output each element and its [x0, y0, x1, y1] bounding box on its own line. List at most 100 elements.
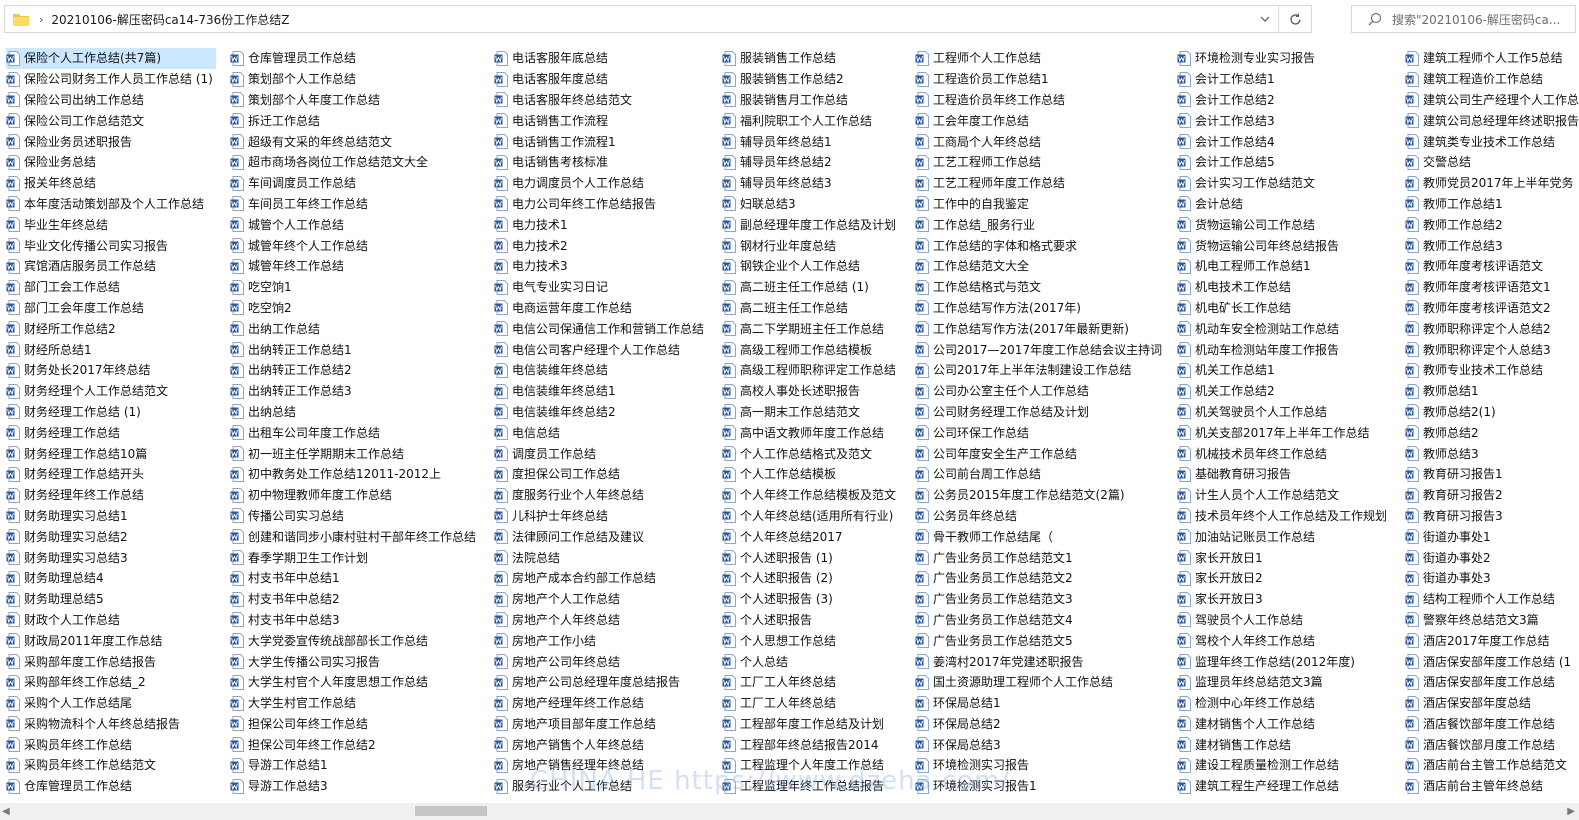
- file-item[interactable]: 酒店2017年度工作总结: [1405, 630, 1579, 651]
- file-name[interactable]: 酒店保安部年度工作总结 (1: [1423, 655, 1571, 669]
- file-item[interactable]: 街道办事处1: [1405, 526, 1579, 547]
- file-name[interactable]: 广告业务员工作总结范文1: [933, 551, 1073, 565]
- horizontal-scrollbar[interactable]: ◀ ▶: [0, 803, 1579, 820]
- file-name[interactable]: 采购个人工作总结尾: [24, 696, 132, 710]
- file-name[interactable]: 财务处长2017年终总结: [24, 363, 151, 377]
- file-item[interactable]: 电气专业实习日记: [494, 277, 718, 298]
- file-name[interactable]: 出租车公司年度工作总结: [248, 426, 380, 440]
- file-name[interactable]: 财务助理实习总结1: [24, 509, 128, 523]
- file-name[interactable]: 会计工作总结1: [1195, 72, 1275, 86]
- file-name[interactable]: 骨干教师工作总结尾（: [933, 530, 1053, 544]
- scroll-right-icon[interactable]: ▶: [1567, 806, 1575, 817]
- file-name[interactable]: 会计工作总结5: [1195, 155, 1275, 169]
- file-item[interactable]: 出租车公司年度工作总结: [230, 422, 490, 443]
- file-name[interactable]: 监理员年终总结范文3篇: [1195, 675, 1323, 689]
- search-box[interactable]: 搜索"20210106-解压密码ca...: [1351, 5, 1576, 33]
- file-name[interactable]: 教师年度考核评语范文1: [1423, 280, 1551, 294]
- file-name[interactable]: 服装销售工作总结: [740, 51, 836, 65]
- file-name[interactable]: 工作总结范文大全: [933, 259, 1029, 273]
- file-name[interactable]: 机械技术员年终工作总结: [1195, 447, 1327, 461]
- file-item[interactable]: 传播公司实习总结: [230, 506, 490, 527]
- file-item[interactable]: 建筑工程生产经理工作总结: [1177, 776, 1402, 797]
- file-item[interactable]: 村支书年中总结2: [230, 589, 490, 610]
- file-name[interactable]: 工厂工人年终总结: [740, 696, 836, 710]
- file-name[interactable]: 公司前台周工作总结: [933, 467, 1041, 481]
- file-name[interactable]: 出纳转正工作总结1: [248, 343, 352, 357]
- file-name[interactable]: 公司办公室主任个人工作总结: [933, 384, 1089, 398]
- file-item[interactable]: 报关年终总结: [6, 173, 216, 194]
- file-item[interactable]: 机关工作总结2: [1177, 381, 1402, 402]
- file-name[interactable]: 财务经理工作总结 (1): [24, 405, 141, 419]
- file-name[interactable]: 教师总结3: [1423, 447, 1479, 461]
- file-name[interactable]: 会计实习工作总结范文: [1195, 176, 1315, 190]
- file-name[interactable]: 村支书年中总结1: [248, 571, 340, 585]
- file-name[interactable]: 保险业务总结: [24, 155, 96, 169]
- file-name[interactable]: 酒店保安部年度工作总结: [1423, 675, 1555, 689]
- file-name[interactable]: 财务助理总结4: [24, 571, 104, 585]
- file-name[interactable]: 采购部年度工作总结报告: [24, 655, 156, 669]
- file-item[interactable]: 财政个人工作总结: [6, 610, 216, 631]
- file-item[interactable]: 酒店保安部年度总结: [1405, 693, 1579, 714]
- file-item[interactable]: 工程监理年终工作总结报告: [722, 776, 912, 797]
- file-name[interactable]: 环境检测实习报告1: [933, 779, 1037, 793]
- file-name[interactable]: 交警总结: [1423, 155, 1471, 169]
- file-name[interactable]: 个人述职报告 (1): [740, 551, 833, 565]
- file-item[interactable]: 会计工作总结5: [1177, 152, 1402, 173]
- file-name[interactable]: 房地产销售个人年终总结: [512, 738, 644, 752]
- file-item[interactable]: 教师党员2017年上半年党务: [1405, 173, 1579, 194]
- file-name[interactable]: 房地产经理年终工作总结: [512, 696, 644, 710]
- file-item[interactable]: 辅导员年终总结2: [722, 152, 912, 173]
- file-item[interactable]: 拆迁工作总结: [230, 110, 490, 131]
- file-item[interactable]: 货物运输公司工作总结: [1177, 214, 1402, 235]
- file-item[interactable]: 环保局总结1: [915, 693, 1173, 714]
- file-item[interactable]: 酒店餐饮部月度工作总结: [1405, 734, 1579, 755]
- file-item[interactable]: 财务经理年终工作总结: [6, 485, 216, 506]
- file-name[interactable]: 高校人事处长述职报告: [740, 384, 860, 398]
- file-item[interactable]: 工作总结写作方法(2017年): [915, 298, 1173, 319]
- file-item[interactable]: 教师总结3: [1405, 443, 1579, 464]
- file-item[interactable]: 车间员工年终工作总结: [230, 194, 490, 215]
- file-item[interactable]: 电信公司保通信工作和营销工作总结: [494, 318, 718, 339]
- file-item[interactable]: 房地产公司总经理年度总结报告: [494, 672, 718, 693]
- file-name[interactable]: 拆迁工作总结: [248, 114, 320, 128]
- file-name[interactable]: 建材销售个人工作总结: [1195, 717, 1315, 731]
- file-name[interactable]: 部门工会年度工作总结: [24, 301, 144, 315]
- file-item[interactable]: 检测中心年终工作总结: [1177, 693, 1402, 714]
- file-item[interactable]: 货物运输公司年终总结报告: [1177, 235, 1402, 256]
- file-name[interactable]: 辅导员年终总结2: [740, 155, 832, 169]
- file-item[interactable]: 个人述职报告 (2): [722, 568, 912, 589]
- file-name[interactable]: 创建和谐同步小康村驻村干部年终工作总结: [248, 530, 476, 544]
- file-name[interactable]: 工作总结的字体和格式要求: [933, 239, 1077, 253]
- file-name[interactable]: 建材销售工作总结: [1195, 738, 1291, 752]
- file-item[interactable]: 个人述职报告 (1): [722, 547, 912, 568]
- file-name[interactable]: 公司2017—2017年度工作总结会议主持词: [933, 343, 1162, 357]
- scroll-left-icon[interactable]: ◀: [2, 806, 10, 817]
- file-name[interactable]: 个人总结: [740, 655, 788, 669]
- file-item[interactable]: 工程部年终总结报告2014: [722, 734, 912, 755]
- file-name[interactable]: 财务助理实习总结3: [24, 551, 128, 565]
- file-item[interactable]: 结构工程师个人工作总结: [1405, 589, 1579, 610]
- file-item[interactable]: 工作总结_服务行业: [915, 214, 1173, 235]
- file-item[interactable]: 服装销售工作总结: [722, 48, 912, 69]
- file-item[interactable]: 高级工程师工作总结模板: [722, 339, 912, 360]
- file-name[interactable]: 城管年终工作总结: [248, 259, 344, 273]
- file-name[interactable]: 工程造价员年终工作总结: [933, 93, 1065, 107]
- file-name[interactable]: 环保局总结1: [933, 696, 1001, 710]
- file-name[interactable]: 初一班主任学期期末工作总结: [248, 447, 404, 461]
- file-name[interactable]: 电话销售考核标准: [512, 155, 608, 169]
- file-item[interactable]: 高中语文教师年度工作总结: [722, 422, 912, 443]
- file-name[interactable]: 个人述职报告 (2): [740, 571, 833, 585]
- file-item[interactable]: 保险业务员述职报告: [6, 131, 216, 152]
- file-item[interactable]: 公司年度安全生产工作总结: [915, 443, 1173, 464]
- file-item[interactable]: 高二班主任工作总结: [722, 298, 912, 319]
- file-name[interactable]: 货物运输公司工作总结: [1195, 218, 1315, 232]
- file-item[interactable]: 财务经理工作总结10篇: [6, 443, 216, 464]
- file-name[interactable]: 教师工作总结1: [1423, 197, 1503, 211]
- file-name[interactable]: 大学生村官工作总结: [248, 696, 356, 710]
- file-name[interactable]: 家长开放日2: [1195, 571, 1263, 585]
- file-name[interactable]: 工程监理年终工作总结报告: [740, 779, 884, 793]
- file-item[interactable]: 财务助理总结4: [6, 568, 216, 589]
- file-item[interactable]: 街道办事处3: [1405, 568, 1579, 589]
- file-item[interactable]: 导游工作总结1: [230, 755, 490, 776]
- file-name[interactable]: 广告业务员工作总结范文4: [933, 613, 1073, 627]
